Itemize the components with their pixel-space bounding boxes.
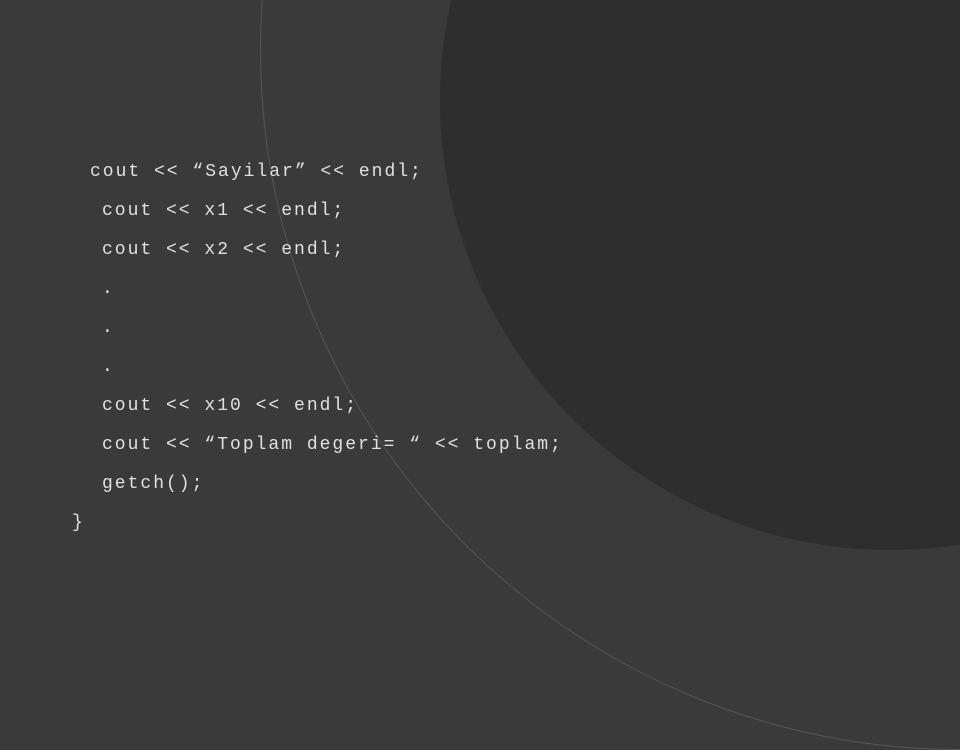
code-content: cout << “Sayilar” << endl; cout << x1 <<… bbox=[90, 163, 563, 553]
code-line: cout << “Toplam degeri= “ << toplam; bbox=[90, 436, 563, 454]
code-line: cout << “Sayilar” << endl; bbox=[90, 163, 563, 181]
code-line: . bbox=[90, 319, 563, 337]
code-line: cout << x2 << endl; bbox=[90, 241, 563, 259]
code-line: . bbox=[90, 280, 563, 298]
code-line: getch(); bbox=[90, 475, 563, 493]
code-line: cout << x1 << endl; bbox=[90, 202, 563, 220]
code-line: . bbox=[90, 358, 563, 376]
code-line: cout << x10 << endl; bbox=[90, 397, 563, 415]
code-line: } bbox=[72, 514, 563, 532]
